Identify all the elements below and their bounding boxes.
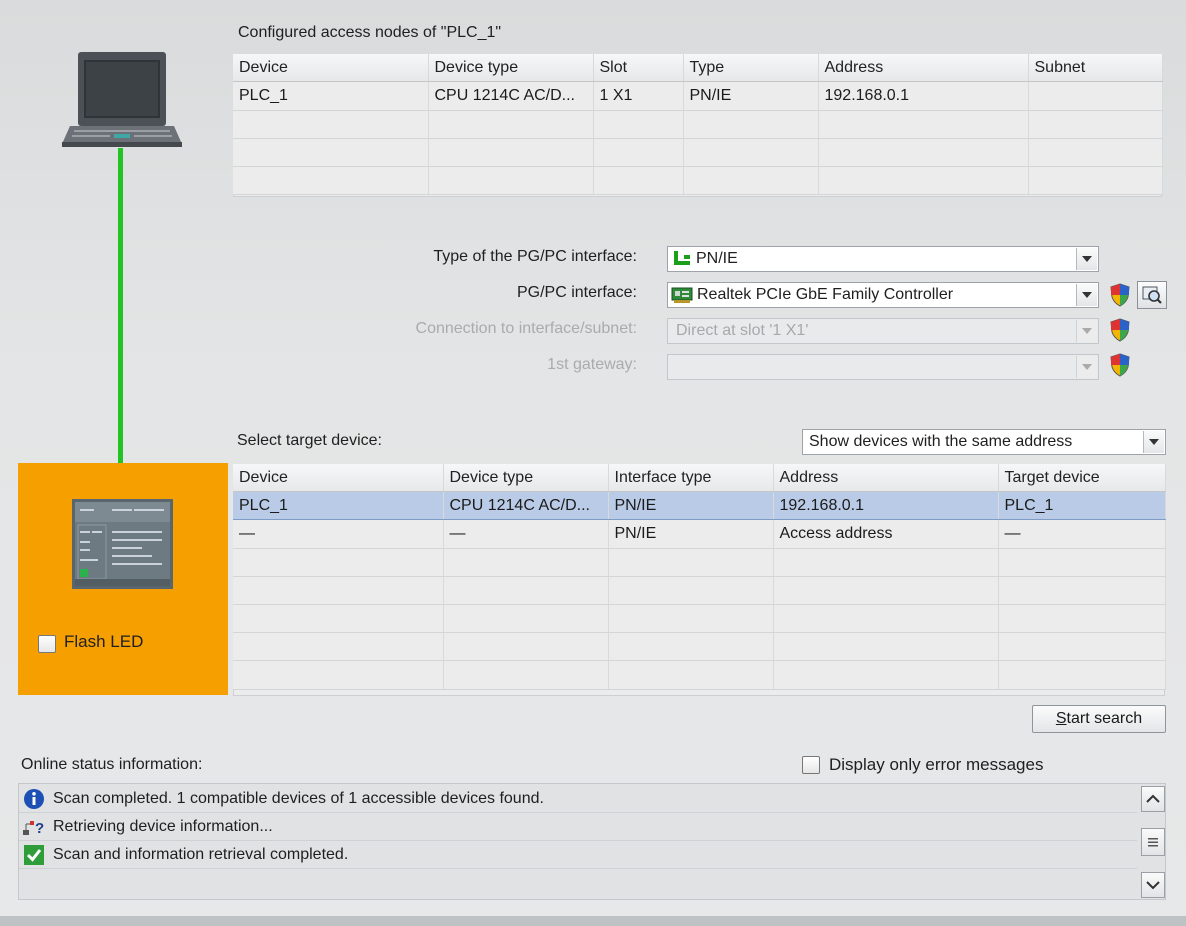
- cell-device-type: —: [443, 519, 609, 549]
- status-message-text: Retrieving device information...: [53, 817, 273, 835]
- table-row[interactable]: — — PN/IE Access address —: [233, 519, 1166, 549]
- pgpc-type-value: PN/IE: [696, 250, 738, 267]
- status-message: Scan and information retrieval completed…: [19, 841, 1137, 869]
- shield-icon: [1110, 283, 1130, 307]
- cell-address: Access address: [773, 519, 999, 549]
- cell-interface-type: PN/IE: [608, 491, 774, 520]
- cell-address: 192.168.0.1: [818, 81, 1029, 111]
- cell-interface-type: PN/IE: [608, 519, 774, 549]
- target-device-panel: Flash LED: [18, 463, 228, 695]
- col-header-address[interactable]: Address: [773, 464, 999, 492]
- col-header-subnet[interactable]: Subnet: [1028, 54, 1163, 82]
- table-row[interactable]: [233, 110, 1163, 139]
- check-icon: [21, 843, 47, 867]
- col-header-address[interactable]: Address: [818, 54, 1029, 82]
- info-icon: [21, 787, 47, 811]
- plc-device-icon: [72, 499, 173, 589]
- col-header-interface-type[interactable]: Interface type: [608, 464, 774, 492]
- pgpc-interface-value: Realtek PCIe GbE Family Controller: [697, 286, 954, 303]
- gateway-select: [667, 354, 1099, 380]
- network-search-icon: ?: [21, 815, 47, 839]
- scroll-thumb[interactable]: [1141, 828, 1165, 856]
- svg-text:?: ?: [35, 820, 44, 837]
- configured-nodes-table: Device Device type Slot Type Address Sub…: [233, 54, 1163, 195]
- start-search-label: tart search: [1066, 710, 1143, 727]
- table-row[interactable]: [233, 632, 1166, 661]
- chevron-down-icon[interactable]: [1076, 284, 1097, 306]
- connection-subnet-value: Direct at slot '1 X1': [676, 322, 809, 339]
- errors-only-label: Display only error messages: [829, 755, 1044, 774]
- col-header-device[interactable]: Device: [233, 54, 429, 82]
- table-row-selected[interactable]: PLC_1 CPU 1214C AC/D... PN/IE 192.168.0.…: [233, 491, 1166, 520]
- col-header-type[interactable]: Type: [683, 54, 819, 82]
- status-message: Scan completed. 1 compatible devices of …: [19, 785, 1137, 813]
- gateway-label: 1st gateway:: [547, 356, 637, 373]
- start-search-hotkey: S: [1055, 710, 1067, 727]
- configured-nodes-title: Configured access nodes of "PLC_1": [238, 24, 502, 41]
- network-card-icon: [671, 285, 693, 305]
- chevron-down-icon[interactable]: [1143, 431, 1164, 453]
- pgpc-type-select[interactable]: PN/IE: [667, 246, 1099, 272]
- shield-icon: [1110, 318, 1130, 342]
- col-header-slot[interactable]: Slot: [593, 54, 684, 82]
- pgpc-interface-select[interactable]: Realtek PCIe GbE Family Controller: [667, 282, 1099, 308]
- col-header-target-device[interactable]: Target device: [998, 464, 1166, 492]
- table-row[interactable]: [233, 138, 1163, 167]
- chevron-down-icon: [1076, 356, 1097, 378]
- magnifier-icon: [1142, 286, 1162, 304]
- pnie-icon: [672, 249, 692, 269]
- connection-subnet-select: Direct at slot '1 X1': [667, 318, 1099, 344]
- shield-icon: [1110, 353, 1130, 377]
- table-row[interactable]: [233, 604, 1166, 633]
- status-message-text: Scan completed. 1 compatible devices of …: [53, 789, 544, 807]
- status-message-text: Scan and information retrieval completed…: [53, 845, 349, 863]
- cell-device: PLC_1: [233, 491, 444, 520]
- cell-slot: 1 X1: [593, 81, 684, 111]
- status-message: ? Retrieving device information...: [19, 813, 1137, 841]
- scroll-up-button[interactable]: [1141, 786, 1165, 812]
- properties-search-button[interactable]: [1137, 281, 1167, 309]
- window-bottom-edge: [0, 916, 1186, 926]
- start-search-button[interactable]: Start search: [1032, 705, 1166, 733]
- connection-subnet-label: Connection to interface/subnet:: [415, 320, 637, 337]
- cell-device-type: CPU 1214C AC/D...: [428, 81, 594, 111]
- pgpc-type-label: Type of the PG/PC interface:: [433, 248, 637, 265]
- grip-icon: [1148, 838, 1158, 847]
- online-status-label: Online status information:: [21, 756, 203, 773]
- cell-device-type: CPU 1214C AC/D...: [443, 491, 609, 520]
- table-row[interactable]: [233, 166, 1163, 195]
- cell-address: 192.168.0.1: [773, 491, 999, 520]
- cell-target-device: —: [998, 519, 1166, 549]
- table-row[interactable]: PLC_1 CPU 1214C AC/D... 1 X1 PN/IE 192.1…: [233, 81, 1163, 111]
- col-header-device-type[interactable]: Device type: [428, 54, 594, 82]
- table-row[interactable]: [233, 576, 1166, 605]
- device-filter-select[interactable]: Show devices with the same address: [802, 429, 1166, 455]
- cell-subnet: [1028, 81, 1163, 111]
- target-device-table: Device Device type Interface type Addres…: [233, 464, 1166, 690]
- chevron-up-icon: [1146, 794, 1160, 803]
- pg-pc-laptop-icon: [62, 52, 182, 148]
- pgpc-interface-label: PG/PC interface:: [516, 284, 637, 301]
- scroll-down-button[interactable]: [1141, 872, 1165, 898]
- select-target-label: Select target device:: [237, 432, 382, 449]
- device-filter-value: Show devices with the same address: [809, 433, 1073, 450]
- cell-device: PLC_1: [233, 81, 429, 111]
- chevron-down-icon: [1146, 881, 1160, 890]
- col-header-device[interactable]: Device: [233, 464, 444, 492]
- flash-led-checkbox[interactable]: [38, 635, 56, 653]
- table-row[interactable]: [233, 548, 1166, 577]
- cell-type: PN/IE: [683, 81, 819, 111]
- connection-line: [118, 148, 123, 498]
- table-row[interactable]: [233, 660, 1166, 690]
- cell-target-device: PLC_1: [998, 491, 1166, 520]
- errors-only-checkbox[interactable]: [802, 756, 820, 774]
- flash-led-label: Flash LED: [64, 632, 144, 651]
- chevron-down-icon[interactable]: [1076, 248, 1097, 270]
- chevron-down-icon: [1076, 320, 1097, 342]
- col-header-device-type[interactable]: Device type: [443, 464, 609, 492]
- cell-device: —: [233, 519, 444, 549]
